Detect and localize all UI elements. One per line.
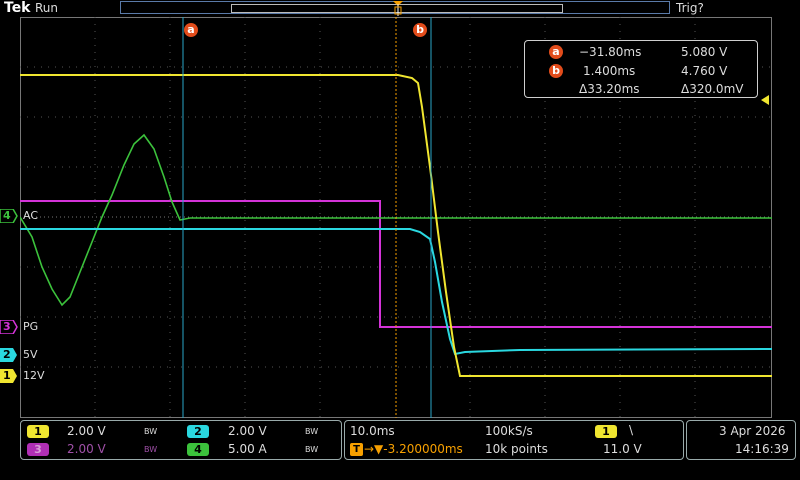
ch1-bw-limit: BW (144, 427, 158, 436)
datetime-panel: 3 Apr 2026 14:16:39 (686, 420, 796, 460)
trigger-position-icon[interactable] (390, 0, 406, 17)
timebase-scale[interactable]: 10.0ms (350, 424, 395, 438)
time-display: 14:16:39 (735, 442, 789, 456)
ch4-marker-label: AC (23, 209, 39, 222)
ch4-scale[interactable]: 5.00 A (228, 442, 267, 456)
brand-logo: Tek (4, 0, 31, 16)
ch1-marker-label: 12V (23, 369, 45, 382)
cursor-delta-value: Δ320.0mV (681, 82, 744, 96)
cursor-a-time: −31.80ms (579, 45, 642, 59)
ch1-marker-num: 1 (3, 369, 11, 382)
ch2-bw-limit: BW (305, 427, 319, 436)
cursor-b-time: 1.400ms (583, 64, 636, 78)
ch4-marker-num: 4 (3, 209, 11, 222)
ch4-badge[interactable]: 4 (187, 443, 209, 456)
status-bar: Tek Run Trig? (0, 0, 800, 17)
ch1-marker[interactable]: 1 12V (0, 369, 60, 383)
date-display: 3 Apr 2026 (719, 424, 786, 438)
cursor-delta-time: Δ33.20ms (579, 82, 640, 96)
ch3-scale[interactable]: 2.00 V (67, 442, 106, 456)
ch2-marker-num: 2 (3, 348, 11, 361)
readout-b-badge: b (549, 64, 563, 78)
trigger-source-badge[interactable]: 1 (595, 425, 617, 438)
ch3-badge[interactable]: 3 (27, 443, 49, 456)
trigger-delay-icon: T (350, 443, 363, 456)
trigger-delay[interactable]: →▼-3.200000ms (364, 442, 463, 456)
trigger-level[interactable]: 11.0 V (603, 442, 642, 456)
ch4-marker[interactable]: 4 AC (0, 209, 60, 223)
ch4-bw-limit: BW (305, 445, 319, 454)
horizontal-trigger-panel[interactable]: 10.0ms 100kS/s 1 \ T →▼-3.200000ms 10k p… (344, 420, 684, 460)
trigger-level-icon[interactable] (760, 94, 770, 106)
cursor-a-badge[interactable]: a (184, 23, 198, 37)
ch2-badge[interactable]: 2 (187, 425, 209, 438)
ch3-bw-limit: BW (144, 445, 158, 454)
ch2-marker-label: 5V (23, 348, 38, 361)
cursor-b-badge[interactable]: b (413, 23, 427, 37)
ch3-marker-label: PG (23, 320, 39, 333)
acquisition-status[interactable]: Run (35, 1, 58, 15)
ch2-marker[interactable]: 2 5V (0, 348, 60, 362)
record-length[interactable]: 10k points (485, 442, 548, 456)
sample-rate: 100kS/s (485, 424, 533, 438)
cursor-b-value: 4.760 V (681, 64, 728, 78)
ch1-scale[interactable]: 2.00 V (67, 424, 106, 438)
ch3-marker-num: 3 (3, 320, 11, 333)
trigger-status: Trig? (676, 1, 704, 15)
ch2-scale[interactable]: 2.00 V (228, 424, 267, 438)
cursor-readout[interactable]: a −31.80ms 5.080 V b 1.400ms 4.760 V Δ33… (524, 40, 758, 98)
ch3-marker[interactable]: 3 PG (0, 320, 60, 334)
readout-a-badge: a (549, 45, 563, 59)
trigger-slope-icon[interactable]: \ (629, 423, 633, 437)
cursor-a-value: 5.080 V (681, 45, 728, 59)
ch1-badge[interactable]: 1 (27, 425, 49, 438)
vertical-settings-panel[interactable]: 1 2.00 V BW 2 2.00 V BW 3 2.00 V BW 4 5.… (20, 420, 342, 460)
